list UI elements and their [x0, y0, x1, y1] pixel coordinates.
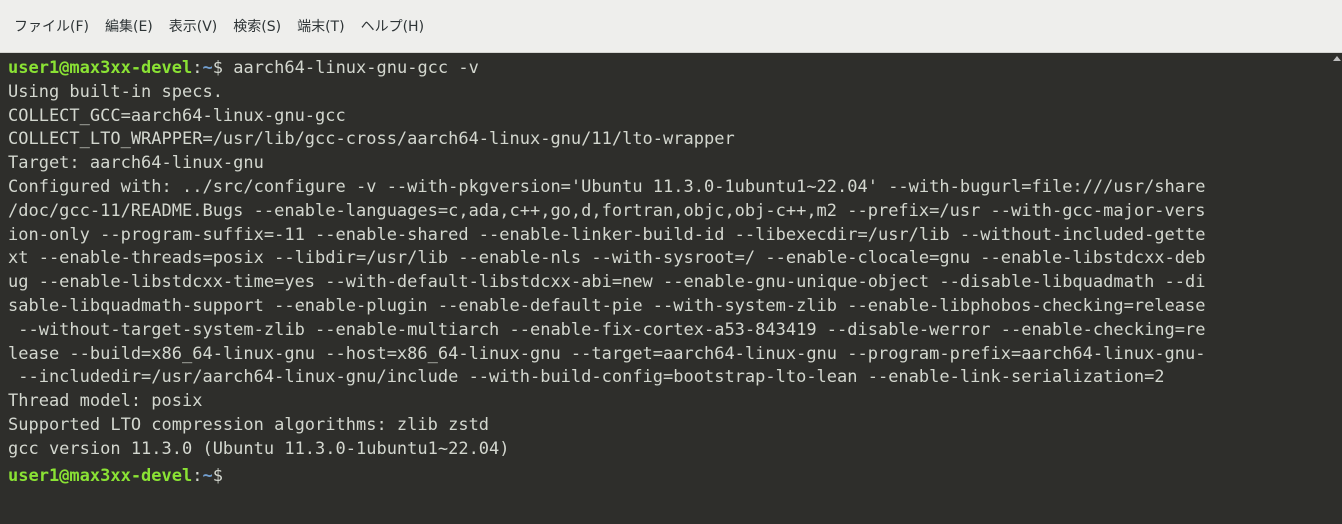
output-line: /doc/gcc-11/README.Bugs --enable-languag… — [8, 200, 1206, 221]
output-line: COLLECT_GCC=aarch64-linux-gnu-gcc — [8, 105, 346, 126]
command-text: aarch64-linux-gnu-gcc -v — [222, 58, 479, 78]
output-line: Configured with: ../src/configure -v --w… — [8, 176, 1206, 197]
prompt-path: ~ — [202, 58, 213, 78]
output-line: Thread model: posix — [8, 391, 203, 412]
menu-help[interactable]: ヘルプ(H) — [359, 12, 426, 40]
prompt-user-host: user1@max3xx-devel — [8, 465, 193, 486]
menu-edit[interactable]: 編集(E) — [103, 12, 155, 40]
prompt-user-host: user1@max3xx-devel — [8, 58, 193, 78]
text-cursor — [223, 462, 233, 481]
menu-view[interactable]: 表示(V) — [167, 12, 220, 40]
current-prompt-line: user1@max3xx-devel:~$ — [8, 462, 1332, 486]
output-line: --without-target-system-zlib --enable-mu… — [8, 319, 1206, 340]
scroll-up-icon[interactable] — [1333, 56, 1341, 61]
terminal-output[interactable]: user1@max3xx-devel:~$ aarch64-linux-gnu-… — [0, 53, 1332, 524]
menu-bar: ファイル(F) 編集(E) 表示(V) 検索(S) 端末(T) ヘルプ(H) — [0, 0, 1342, 53]
terminal-window: ファイル(F) 編集(E) 表示(V) 検索(S) 端末(T) ヘルプ(H) u… — [0, 0, 1342, 524]
prompt-symbol: $ — [212, 58, 223, 78]
scrollbar[interactable] — [1332, 53, 1342, 524]
output-line: --includedir=/usr/aarch64-linux-gnu/incl… — [8, 367, 1165, 388]
output-line: sable-libquadmath-support --enable-plugi… — [8, 295, 1206, 316]
output-line: Supported LTO compression algorithms: zl… — [8, 414, 490, 435]
output-line: xt --enable-threads=posix --libdir=/usr/… — [8, 248, 1206, 269]
output-line: COLLECT_LTO_WRAPPER=/usr/lib/gcc-cross/a… — [8, 129, 735, 150]
prompt-separator: : — [192, 58, 203, 78]
command-line: user1@max3xx-devel:~$ aarch64-linux-gnu-… — [8, 57, 1332, 81]
output-line: ug --enable-libstdcxx-time=yes --with-de… — [8, 272, 1206, 293]
menu-terminal[interactable]: 端末(T) — [295, 12, 346, 40]
output-line: gcc version 11.3.0 (Ubuntu 11.3.0-1ubunt… — [8, 438, 510, 459]
output-line: lease --build=x86_64-linux-gnu --host=x8… — [8, 343, 1206, 364]
prompt-path: ~ — [202, 465, 213, 486]
output-line: Using built-in specs. — [8, 81, 223, 102]
menu-search[interactable]: 検索(S) — [231, 12, 283, 40]
prompt-symbol: $ — [212, 465, 223, 486]
menu-file[interactable]: ファイル(F) — [12, 12, 91, 40]
output-line: ion-only --program-suffix=-11 --enable-s… — [8, 224, 1206, 245]
prompt-separator: : — [192, 465, 203, 486]
output-line: Target: aarch64-linux-gnu — [8, 153, 264, 174]
